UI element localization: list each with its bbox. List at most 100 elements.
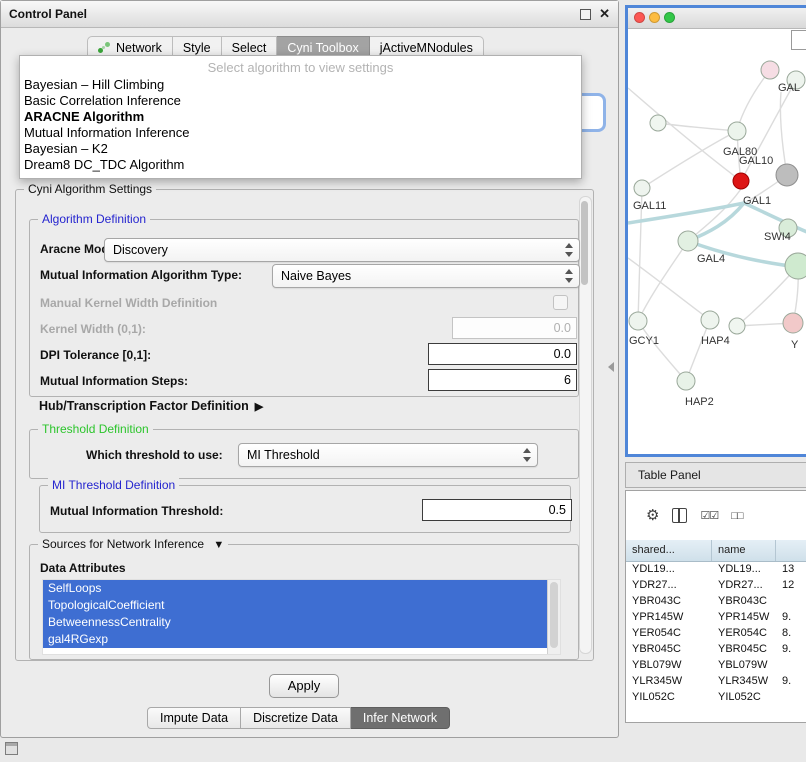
network-node[interactable] <box>761 61 779 79</box>
network-node[interactable] <box>650 115 666 131</box>
table-body: YDL19...YDL19...13YDR27...YDR27...12YBR0… <box>626 561 806 722</box>
column-selector-icon[interactable] <box>672 508 687 523</box>
zoom-traffic-light-icon[interactable] <box>664 12 675 23</box>
network-edge[interactable] <box>628 258 710 320</box>
network-node[interactable] <box>729 318 745 334</box>
mi-type-select[interactable]: Naive Bayes <box>272 264 580 288</box>
manual-kernel-checkbox[interactable] <box>553 295 568 310</box>
minimize-traffic-light-icon[interactable] <box>649 12 660 23</box>
algorithm-definition-group: Algorithm Definition Aracne Mode: Discov… <box>29 219 579 397</box>
attribute-item-selfloops[interactable]: SelfLoops <box>43 580 552 597</box>
table-row[interactable]: YIL052CYIL052C <box>626 689 806 705</box>
algorithm-option-mutual-information-inference[interactable]: Mutual Information Inference <box>20 125 581 141</box>
algorithm-option-dream8-dc-tdc-algorithm[interactable]: Dream8 DC_TDC Algorithm <box>20 157 581 173</box>
attribute-item-gal4rgexp[interactable]: gal4RGexp <box>43 631 552 648</box>
which-threshold-select[interactable]: MI Threshold <box>238 443 538 467</box>
network-node-gcy1[interactable] <box>629 312 647 330</box>
dropdown-placeholder: Select algorithm to view settings <box>20 59 581 77</box>
mi-threshold-definition-group: MI Threshold Definition Mutual Informati… <box>39 485 571 533</box>
node-label-hap4: HAP4 <box>701 335 730 347</box>
apply-button[interactable]: Apply <box>269 674 339 698</box>
table-row[interactable]: YBR043CYBR043C <box>626 593 806 609</box>
scrollbar-thumb[interactable] <box>581 201 588 285</box>
network-edge[interactable] <box>638 321 686 381</box>
panel-collapse-handle-icon[interactable] <box>608 362 614 372</box>
table-cell <box>776 657 806 673</box>
network-node[interactable] <box>728 122 746 140</box>
field-value: 0.0 <box>554 347 571 361</box>
attribute-list-scrollbar[interactable] <box>547 580 560 654</box>
tab-infer-network[interactable]: Infer Network <box>351 707 450 729</box>
settings-scrollbar[interactable] <box>579 196 592 654</box>
table-panel-window: ⚙ ☑☑ □□ shared...name YDL19...YDL19...13… <box>625 490 806 723</box>
node-label-gal1: GAL1 <box>743 195 771 207</box>
attribute-item-betweennesscentrality[interactable]: BetweennessCentrality <box>43 614 552 631</box>
table-row[interactable]: YBR045CYBR045C9. <box>626 641 806 657</box>
algorithm-option-basic-correlation-inference[interactable]: Basic Correlation Inference <box>20 93 581 109</box>
control-panel-window: Control Panel ✕ NetworkStyleSelectCyni T… <box>0 0 619 738</box>
table-row[interactable]: YER054CYER054C8. <box>626 625 806 641</box>
table-row[interactable]: YDL19...YDL19...13 <box>626 561 806 577</box>
table-panel-titlebar[interactable]: Table Panel <box>625 462 806 488</box>
dock-panel-icon[interactable] <box>5 742 18 755</box>
algorithm-option-bayesian-k2[interactable]: Bayesian – K2 <box>20 141 581 157</box>
network-edge[interactable] <box>628 88 741 181</box>
table-cell <box>776 689 806 705</box>
table-row[interactable]: YDR27...YDR27...12 <box>626 577 806 593</box>
network-window-titlebar[interactable] <box>628 8 806 29</box>
table-cell: YBR045C <box>712 641 776 657</box>
column-header-2[interactable] <box>776 540 806 561</box>
network-canvas[interactable]: GALGAL80GAL10GAL11GAL1SWI4GAL4GCY1HAP4YH… <box>628 28 806 451</box>
deselect-all-checkboxes-icon[interactable]: □□ <box>731 510 742 522</box>
network-edge[interactable] <box>737 70 770 131</box>
algorithm-option-bayesian-hill-climbing[interactable]: Bayesian – Hill Climbing <box>20 77 581 93</box>
scrollbar-thumb[interactable] <box>550 582 558 648</box>
network-edge[interactable] <box>686 320 710 381</box>
dpi-tolerance-field[interactable]: 0.0 <box>428 343 577 365</box>
node-label-hap2: HAP2 <box>685 396 714 408</box>
network-node[interactable] <box>776 164 798 186</box>
group-title: MI Threshold Definition <box>48 478 179 492</box>
mi-steps-field[interactable]: 6 <box>428 369 577 391</box>
table-cell: YIL052C <box>626 689 712 705</box>
tab-impute-data[interactable]: Impute Data <box>147 707 241 729</box>
network-node[interactable] <box>783 313 803 333</box>
network-node-gal10[interactable] <box>733 173 749 189</box>
column-header-name[interactable]: name <box>712 540 776 561</box>
float-window-icon[interactable] <box>580 9 591 20</box>
column-header-shared[interactable]: shared... <box>626 540 712 561</box>
table-cell: YBR043C <box>712 593 776 609</box>
network-node-hap4[interactable] <box>701 311 719 329</box>
control-panel-titlebar[interactable]: Control Panel ✕ <box>1 1 618 28</box>
network-node-gal4[interactable] <box>678 231 698 251</box>
table-cell: YPR145W <box>626 609 712 625</box>
table-row[interactable]: YLR345WYLR345W9. <box>626 673 806 689</box>
table-cell: YPR145W <box>712 609 776 625</box>
close-icon[interactable]: ✕ <box>599 5 610 23</box>
network-edge[interactable] <box>780 92 787 175</box>
hub-definition-toggle[interactable]: Hub/Transcription Factor Definition▶ <box>39 399 263 413</box>
select-all-checkboxes-icon[interactable]: ☑☑ <box>700 509 718 522</box>
sources-title[interactable]: Sources for Network Inference ▼ <box>38 537 228 551</box>
kernel-width-field[interactable]: 0.0 <box>452 317 577 339</box>
tab-label: Style <box>183 41 211 55</box>
mi-threshold-field[interactable]: 0.5 <box>422 499 572 521</box>
selected-value: MI Threshold <box>247 448 320 462</box>
table-cell: 9. <box>776 609 806 625</box>
network-node-hap2[interactable] <box>677 372 695 390</box>
table-row[interactable]: YPR145WYPR145W9. <box>626 609 806 625</box>
tab-label: Cyni Toolbox <box>287 41 358 55</box>
network-node-gal11[interactable] <box>634 180 650 196</box>
table-toolbar: ⚙ ☑☑ □□ <box>626 491 806 541</box>
attribute-item-topologicalcoefficient[interactable]: TopologicalCoefficient <box>43 597 552 614</box>
tab-discretize-data[interactable]: Discretize Data <box>241 707 351 729</box>
table-cell: YLR345W <box>712 673 776 689</box>
aracne-mode-select[interactable]: Discovery <box>104 238 580 262</box>
tab-label: Select <box>232 41 267 55</box>
network-edge[interactable] <box>638 241 688 321</box>
close-traffic-light-icon[interactable] <box>634 12 645 23</box>
gear-icon[interactable]: ⚙ <box>646 508 659 523</box>
algorithm-option-aracne-algorithm[interactable]: ARACNE Algorithm <box>20 109 581 125</box>
table-row[interactable]: YBL079WYBL079W <box>626 657 806 673</box>
network-node[interactable] <box>785 253 806 279</box>
